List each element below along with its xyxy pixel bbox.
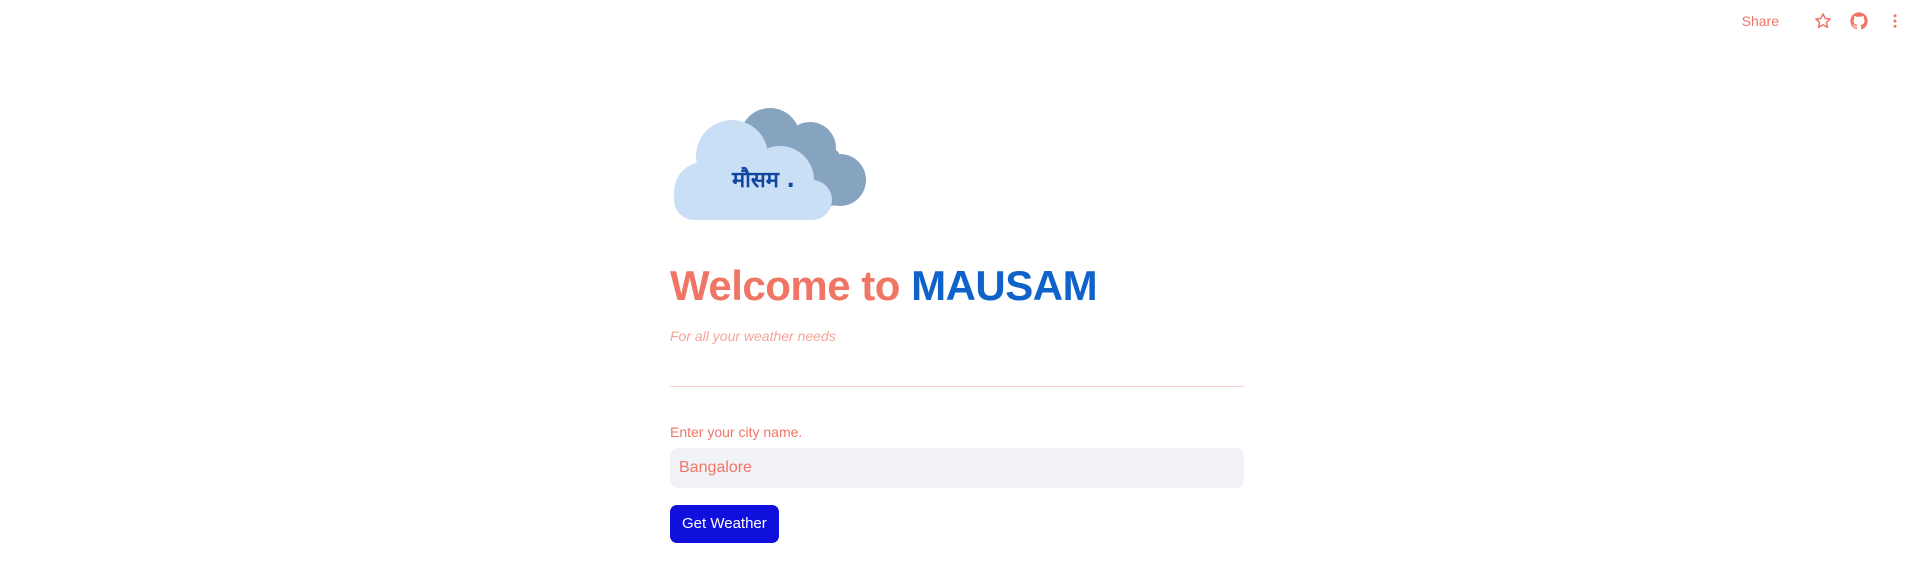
app-toolbar: Share — [1742, 0, 1919, 42]
city-input-label: Enter your city name. — [670, 424, 803, 440]
title-welcome: Welcome to — [670, 262, 912, 309]
star-icon[interactable] — [1813, 11, 1833, 31]
page-subtitle: For all your weather needs — [670, 328, 836, 344]
logo-text: मौसम . — [732, 168, 795, 193]
title-brand: MAUSAM — [911, 262, 1098, 309]
more-vertical-icon[interactable] — [1885, 11, 1905, 31]
divider — [670, 386, 1244, 387]
page-title: Welcome to MAUSAM — [670, 262, 1244, 310]
main-content: मौसम . Welcome to MAUSAM For all your we… — [670, 108, 1244, 543]
share-button[interactable]: Share — [1742, 13, 1779, 29]
cloud-logo: मौसम . — [670, 108, 870, 220]
github-icon[interactable] — [1849, 11, 1869, 31]
get-weather-button[interactable]: Get Weather — [670, 505, 779, 543]
city-input[interactable] — [670, 448, 1244, 488]
